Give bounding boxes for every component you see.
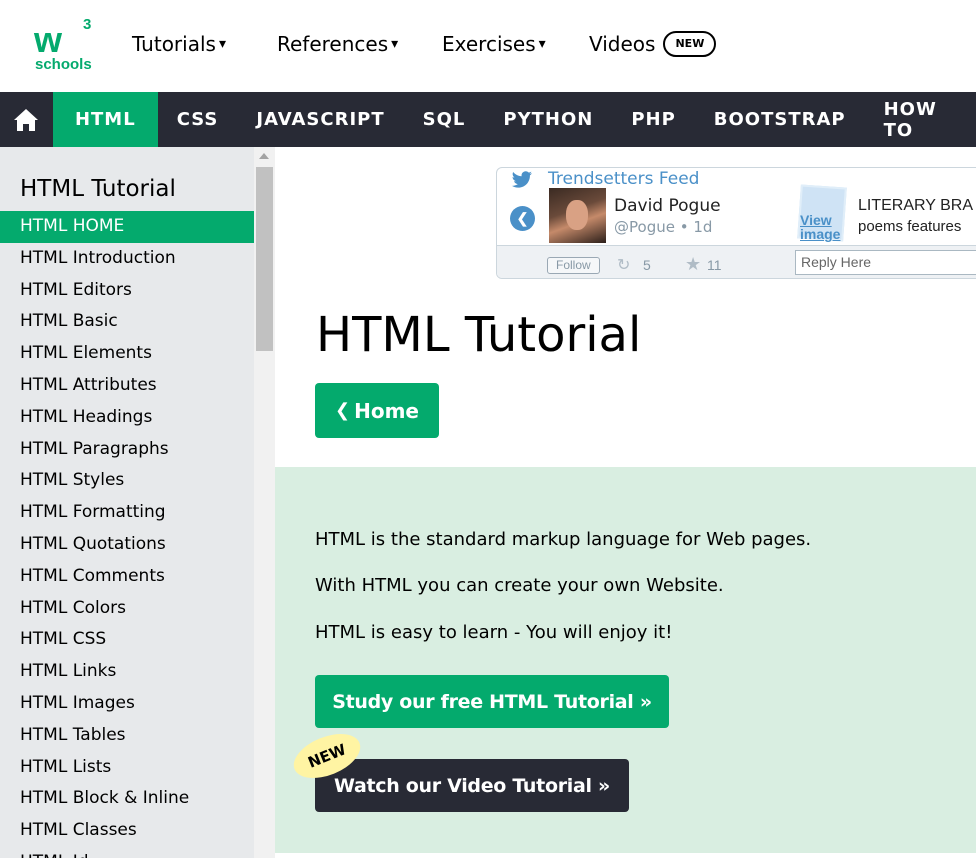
sidebar-item-formatting[interactable]: HTML Formatting [0, 497, 254, 529]
subject-tab-html[interactable]: HTML [52, 92, 158, 147]
author-handle: @Pogue • 1d [614, 218, 713, 236]
nav-videos[interactable]: Videos NEW [589, 31, 717, 57]
retweet-count: 5 [643, 257, 651, 273]
home-button[interactable]: ❮ Home [315, 383, 439, 438]
subject-tab-bootstrap[interactable]: BOOTSTRAP [695, 92, 865, 147]
intro-line-1: HTML is the standard markup language for… [315, 529, 812, 550]
sidebar-item-lists[interactable]: HTML Lists [0, 752, 254, 784]
sidebar-item-introduction[interactable]: HTML Introduction [0, 243, 254, 275]
home-icon [14, 108, 39, 131]
feed-title[interactable]: Trendsetters Feed [548, 169, 699, 189]
watch-video-button[interactable]: Watch our Video Tutorial » [315, 759, 629, 812]
view-image-link[interactable]: View image [800, 213, 842, 241]
section-divider [275, 853, 976, 858]
retweet-icon[interactable]: ↻ [617, 255, 630, 275]
sidebar-item-html-home[interactable]: HTML HOME [0, 211, 254, 243]
sidebar-item-editors[interactable]: HTML Editors [0, 275, 254, 307]
reply-input[interactable]: Reply Here [795, 250, 976, 275]
sidebar-item-paragraphs[interactable]: HTML Paragraphs [0, 434, 254, 466]
logo-mark: w [34, 19, 62, 60]
sidebar-item-colors[interactable]: HTML Colors [0, 593, 254, 625]
caret-down-icon: ▾ [218, 36, 226, 52]
twitter-feed-widget: Trendsetters Feed ❮ David Pogue @Pogue •… [496, 167, 976, 279]
subject-nav: HTML CSS JAVASCRIPT SQL PYTHON PHP BOOTS… [0, 92, 976, 147]
nav-references[interactable]: References ▾ [277, 32, 398, 56]
subject-tab-python[interactable]: PYTHON [484, 92, 612, 147]
author-name[interactable]: David Pogue [614, 196, 721, 216]
sidebar-item-css[interactable]: HTML CSS [0, 624, 254, 656]
star-icon[interactable]: ★ [685, 254, 701, 275]
sidebar-item-tables[interactable]: HTML Tables [0, 720, 254, 752]
study-tutorial-button[interactable]: Study our free HTML Tutorial » [315, 675, 669, 728]
home-nav-button[interactable] [0, 92, 53, 147]
sidebar-item-quotations[interactable]: HTML Quotations [0, 529, 254, 561]
caret-down-icon: ▾ [538, 36, 546, 52]
sidebar-item-links[interactable]: HTML Links [0, 656, 254, 688]
scroll-up-arrow-icon[interactable] [259, 153, 269, 159]
follow-button[interactable]: Follow [547, 257, 600, 274]
subject-tab-sql[interactable]: SQL [404, 92, 485, 147]
sidebar-item-headings[interactable]: HTML Headings [0, 402, 254, 434]
chevron-left-icon: ❮ [516, 210, 529, 226]
logo-wordmark: schools [35, 56, 92, 73]
sidebar-item-attributes[interactable]: HTML Attributes [0, 370, 254, 402]
subject-tab-php[interactable]: PHP [612, 92, 694, 147]
sidebar-item-id[interactable]: HTML Id [0, 847, 254, 858]
sidebar-scrollbar[interactable] [254, 147, 275, 858]
logo-superscript: 3 [83, 16, 92, 33]
caret-down-icon: ▾ [391, 36, 399, 52]
sidebar-title: HTML Tutorial [20, 176, 176, 202]
sidebar-item-elements[interactable]: HTML Elements [0, 338, 254, 370]
tweet-actions: Follow ↻ 5 ★ 11 Reply Here [497, 245, 976, 278]
sidebar-item-comments[interactable]: HTML Comments [0, 561, 254, 593]
nav-exercises[interactable]: Exercises ▾ [442, 32, 546, 56]
previous-tweet-button[interactable]: ❮ [510, 206, 535, 231]
intro-section: HTML is the standard markup language for… [275, 467, 976, 853]
sidebar-item-basic[interactable]: HTML Basic [0, 306, 254, 338]
favorite-count: 11 [707, 257, 722, 273]
scrollbar-thumb[interactable] [256, 167, 273, 351]
author-avatar[interactable] [549, 188, 606, 243]
sidebar-item-classes[interactable]: HTML Classes [0, 815, 254, 847]
nav-tutorials[interactable]: Tutorials ▾ [132, 32, 226, 56]
sidebar: HTML Tutorial HTML HOME HTML Introductio… [0, 147, 254, 858]
chevron-left-icon: ❮ [335, 400, 351, 421]
intro-line-3: HTML is easy to learn - You will enjoy i… [315, 622, 673, 643]
sidebar-item-block-inline[interactable]: HTML Block & Inline [0, 783, 254, 815]
intro-line-2: With HTML you can create your own Websit… [315, 575, 724, 596]
page-title: HTML Tutorial [316, 307, 642, 363]
sidebar-item-styles[interactable]: HTML Styles [0, 465, 254, 497]
sidebar-item-images[interactable]: HTML Images [0, 688, 254, 720]
tweet-text: LITERARY BRA poems features [858, 197, 974, 235]
w3schools-logo[interactable]: w 3 schools [34, 16, 96, 74]
subject-tab-css[interactable]: CSS [158, 92, 238, 147]
new-badge: NEW [663, 31, 717, 57]
top-header: w 3 schools Tutorials ▾ References ▾ Exerc… [0, 0, 976, 92]
subject-tab-javascript[interactable]: JAVASCRIPT [237, 92, 403, 147]
twitter-bird-icon [511, 171, 532, 188]
subject-tab-howto[interactable]: HOW TO [865, 92, 976, 147]
